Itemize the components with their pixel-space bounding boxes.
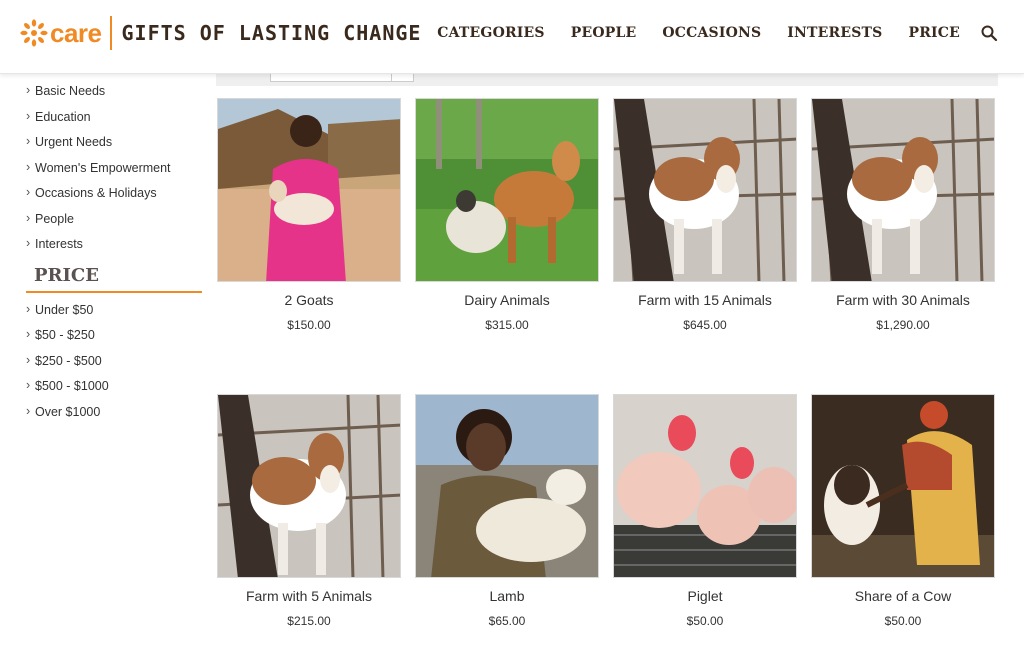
product-price: $65.00 — [488, 614, 526, 628]
sidebar-item-education[interactable]: Education — [26, 105, 202, 132]
site-tagline: GIFTS OF LASTING CHANGE — [121, 21, 422, 45]
product-title[interactable]: Dairy Animals — [415, 292, 599, 308]
product-card[interactable]: Dairy Animals $315.00 — [415, 98, 599, 332]
sidebar-item-urgent-needs[interactable]: Urgent Needs — [26, 130, 202, 157]
nav-categories[interactable]: CATEGORIES — [437, 25, 544, 41]
product-image-calf-in-pen[interactable] — [217, 394, 401, 578]
product-card[interactable]: Farm with 5 Animals $215.00 — [217, 394, 401, 628]
sidebar-item-interests[interactable]: Interests — [26, 232, 202, 259]
product-image-woman-with-lamb[interactable] — [415, 394, 599, 578]
product-title[interactable]: Share of a Cow — [811, 588, 995, 604]
product-price: $645.00 — [683, 318, 727, 332]
sidebar-item-250-500[interactable]: $250 - $500 — [26, 349, 202, 376]
main-nav: CATEGORIES PEOPLE OCCASIONS INTERESTS PR… — [411, 24, 998, 42]
product-card[interactable]: Farm with 30 Animals $1,290.00 — [811, 98, 995, 332]
product-image-cow-and-sheep[interactable] — [415, 98, 599, 282]
product-price: $150.00 — [287, 318, 331, 332]
product-title[interactable]: Piglet — [613, 588, 797, 604]
sidebar-item-500-1000[interactable]: $500 - $1000 — [26, 374, 202, 401]
product-title[interactable]: Farm with 5 Animals — [217, 588, 401, 604]
filter-sidebar: Basic Needs Education Urgent Needs Women… — [26, 79, 202, 427]
nav-price[interactable]: PRICE — [908, 25, 960, 41]
product-price: $1,290.00 — [876, 318, 930, 332]
product-price: $315.00 — [485, 318, 529, 332]
nav-occasions[interactable]: OCCASIONS — [662, 25, 761, 41]
product-card[interactable]: Farm with 15 Animals $645.00 — [613, 98, 797, 332]
product-card[interactable]: 2 Goats $150.00 — [217, 98, 401, 332]
product-card[interactable]: Piglet $50.00 — [613, 394, 797, 628]
sidebar-item-under-50[interactable]: Under $50 — [26, 298, 202, 325]
product-image-calf-in-pen[interactable] — [811, 98, 995, 282]
product-price: $50.00 — [686, 614, 724, 628]
care-logo-text: care — [50, 17, 102, 48]
nav-interests[interactable]: INTERESTS — [787, 25, 882, 41]
care-sun-icon — [20, 19, 48, 47]
sidebar-item-people[interactable]: People — [26, 207, 202, 234]
product-image-piglets[interactable] — [613, 394, 797, 578]
product-title[interactable]: Farm with 15 Animals — [613, 292, 797, 308]
product-title[interactable]: 2 Goats — [217, 292, 401, 308]
price-divider — [26, 290, 202, 293]
nav-people[interactable]: PEOPLE — [571, 25, 637, 41]
product-image-woman-feeding-calf[interactable] — [811, 394, 995, 578]
price-heading: PRICE — [34, 264, 99, 286]
site-header: care GIFTS OF LASTING CHANGE CATEGORIES … — [0, 0, 1024, 74]
search-icon[interactable] — [980, 24, 998, 42]
sidebar-item-womens-empowerment[interactable]: Women's Empowerment — [26, 156, 202, 183]
product-image-calf-in-pen[interactable] — [613, 98, 797, 282]
product-price: $50.00 — [884, 614, 922, 628]
product-title[interactable]: Lamb — [415, 588, 599, 604]
product-title[interactable]: Farm with 30 Animals — [811, 292, 995, 308]
care-logo[interactable]: care GIFTS OF LASTING CHANGE — [20, 16, 421, 50]
sidebar-item-occasions-holidays[interactable]: Occasions & Holidays — [26, 181, 202, 208]
sidebar-item-over-1000[interactable]: Over $1000 — [26, 400, 202, 427]
sidebar-item-basic-needs[interactable]: Basic Needs — [26, 79, 202, 106]
product-image-girl-with-goat[interactable] — [217, 98, 401, 282]
sidebar-item-50-250[interactable]: $50 - $250 — [26, 323, 202, 350]
product-card[interactable]: Lamb $65.00 — [415, 394, 599, 628]
product-price: $215.00 — [287, 614, 331, 628]
product-card[interactable]: Share of a Cow $50.00 — [811, 394, 995, 628]
logo-divider — [109, 16, 112, 50]
